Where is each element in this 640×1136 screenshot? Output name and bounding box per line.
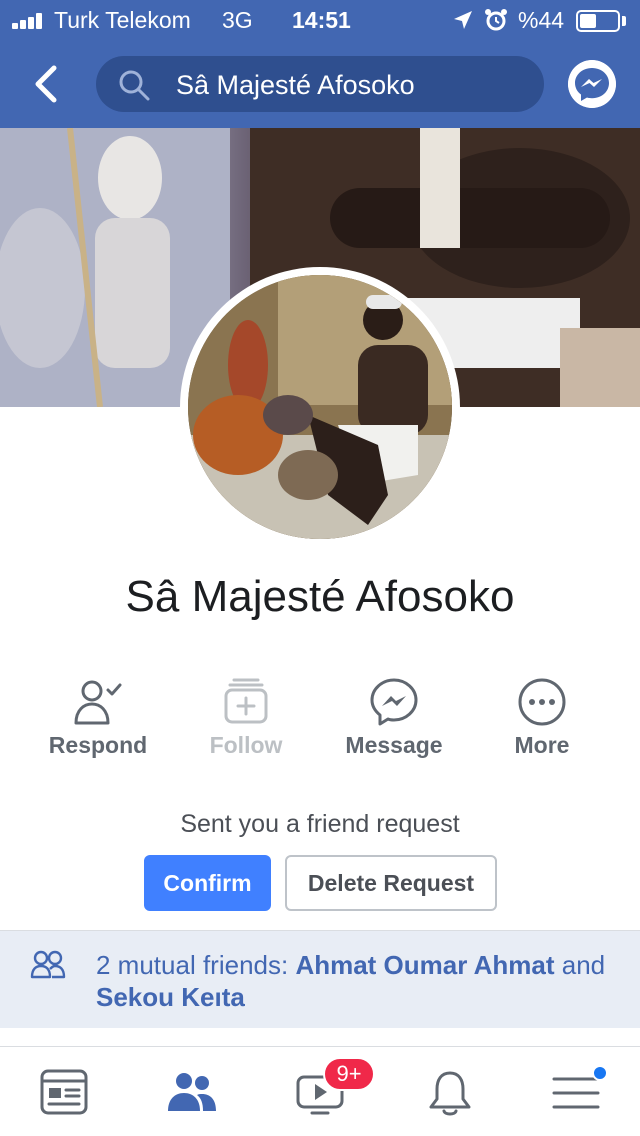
bottom-tab-bar <box>0 1047 640 1136</box>
follow-label: Follow <box>209 732 283 758</box>
mutual-friend-link[interactable]: Sekou Keıta <box>96 982 245 1012</box>
messenger-icon[interactable] <box>568 60 616 108</box>
profile-photo <box>188 275 452 539</box>
search-icon <box>119 70 150 101</box>
carrier-name: Turk Telekom <box>54 7 191 33</box>
respond-label: Respond <box>48 732 148 758</box>
profile-picture[interactable] <box>180 267 460 547</box>
mutual-prefix: 2 mutual friends: <box>96 950 296 980</box>
more-label: More <box>514 732 570 758</box>
battery-level <box>580 14 596 28</box>
follow-button[interactable]: Follow <box>172 676 320 766</box>
messenger-icon <box>370 678 418 726</box>
battery-tip <box>622 16 626 26</box>
friends-icon <box>30 950 66 979</box>
signal-icon <box>12 13 48 29</box>
respond-button[interactable]: Respond <box>24 676 172 766</box>
battery-icon <box>576 10 620 32</box>
back-button[interactable] <box>26 60 66 108</box>
bell-icon[interactable] <box>422 1065 478 1121</box>
search-input[interactable]: Sâ Majesté Afosoko <box>176 70 415 101</box>
profile-page: Turk Telekom 3G 14:51 %44 Sâ Majesté Afo… <box>0 0 640 1136</box>
message-button[interactable]: Message <box>320 676 468 766</box>
network-type: 3G <box>222 7 253 33</box>
status-time: 14:51 <box>292 7 351 33</box>
watch-badge: 9+ <box>323 1057 375 1091</box>
status-bar: Turk Telekom 3G 14:51 %44 <box>0 0 640 40</box>
alarm-icon <box>485 9 507 31</box>
message-label: Message <box>345 732 443 758</box>
more-dots-icon <box>518 678 566 726</box>
battery-percent: %44 <box>518 7 565 33</box>
profile-name: Sâ Majesté Afosoko <box>125 572 515 621</box>
search-bar[interactable]: Sâ Majesté Afosoko <box>96 56 544 112</box>
follow-stack-plus-icon <box>224 678 268 724</box>
mutual-friend-link[interactable]: Ahmat Oumar Ahmat <box>295 950 554 980</box>
mutual-friends-text: 2 mutual friends: Ahmat Oumar Ahmat and … <box>96 949 616 1013</box>
person-check-icon <box>74 680 122 725</box>
confirm-button[interactable]: Confirm <box>144 855 271 911</box>
menu-notification-dot <box>592 1065 608 1081</box>
news-feed-icon[interactable] <box>36 1065 92 1121</box>
friend-request-text: Sent you a friend request <box>180 810 460 838</box>
mutual-friends-row[interactable]: 2 mutual friends: Ahmat Oumar Ahmat and … <box>0 930 640 1028</box>
delete-request-button[interactable]: Delete Request <box>285 855 497 911</box>
top-bar: Turk Telekom 3G 14:51 %44 Sâ Majesté Afo… <box>0 0 640 128</box>
mutual-connector: and <box>554 950 606 980</box>
profile-actions: Respond Follow Message More <box>0 676 640 766</box>
location-arrow-icon <box>454 11 472 29</box>
more-button[interactable]: More <box>468 676 616 766</box>
friends-icon[interactable] <box>164 1065 220 1121</box>
